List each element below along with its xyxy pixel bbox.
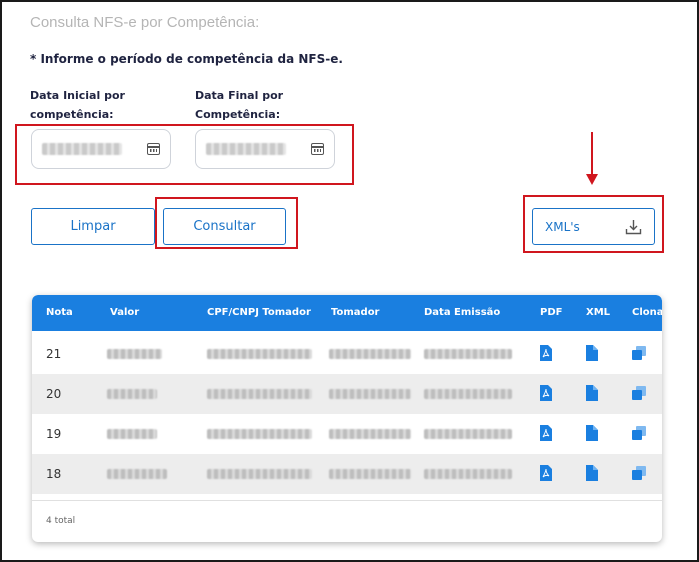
cell-nota: 19	[46, 427, 62, 441]
pdf-file-icon[interactable]	[540, 425, 552, 441]
table-row[interactable]: 20	[32, 374, 662, 414]
cell-valor-redacted	[107, 469, 167, 479]
window-frame: Consulta NFS-e por Competência: * Inform…	[0, 0, 699, 562]
start-date-label: Data Inicial por competência:	[30, 86, 125, 124]
table-row[interactable]: 19	[32, 414, 662, 454]
annotation-arrow-shaft	[591, 132, 593, 176]
column-header-xml: XML	[586, 307, 611, 318]
cell-cpf-cnpj-redacted	[207, 389, 312, 399]
pdf-file-icon[interactable]	[540, 345, 552, 361]
table-total-count: 4 total	[46, 516, 76, 526]
end-date-label: Data Final por Competência:	[195, 86, 283, 124]
column-header-nota[interactable]: Nota	[46, 307, 73, 318]
cell-valor-redacted	[107, 429, 157, 439]
cell-tomador-redacted	[329, 469, 411, 479]
column-header-tomador[interactable]: Tomador	[331, 307, 380, 318]
start-date-label-line2: competência:	[30, 108, 114, 121]
page-title: Consulta NFS-e por Competência:	[30, 14, 260, 31]
column-header-valor[interactable]: Valor	[110, 307, 139, 318]
column-header-cpf-cnpj[interactable]: CPF/CNPJ Tomador	[207, 307, 311, 318]
table-row[interactable]: 21	[32, 334, 662, 374]
clone-icon[interactable]	[631, 345, 647, 361]
cell-nota: 18	[46, 467, 62, 481]
clone-icon[interactable]	[631, 465, 647, 481]
cell-nota: 21	[46, 347, 62, 361]
cell-data-emissao-redacted	[424, 429, 512, 439]
cell-tomador-redacted	[329, 349, 411, 359]
xml-file-icon[interactable]	[586, 465, 598, 481]
cell-data-emissao-redacted	[424, 469, 512, 479]
column-header-pdf: PDF	[540, 307, 563, 318]
cell-cpf-cnpj-redacted	[207, 429, 312, 439]
period-hint: * Informe o período de competência da NF…	[30, 52, 343, 66]
column-header-data-emissao[interactable]: Data Emissão	[424, 307, 500, 318]
pdf-file-icon[interactable]	[540, 465, 552, 481]
table-footer-divider	[32, 500, 662, 501]
cell-tomador-redacted	[329, 429, 411, 439]
cell-valor-redacted	[107, 389, 157, 399]
nfse-results-table: Nota Valor CPF/CNPJ Tomador Tomador Data…	[32, 295, 662, 542]
end-date-label-line2: Competência:	[195, 108, 281, 121]
xml-file-icon[interactable]	[586, 425, 598, 441]
pdf-file-icon[interactable]	[540, 385, 552, 401]
cell-nota: 20	[46, 387, 62, 401]
highlight-box-dates	[15, 124, 354, 185]
column-header-clonar: Clonar	[632, 307, 662, 318]
table-row[interactable]: 18	[32, 454, 662, 494]
clear-button[interactable]: Limpar	[31, 208, 155, 245]
cell-cpf-cnpj-redacted	[207, 349, 312, 359]
cell-valor-redacted	[107, 349, 162, 359]
start-date-label-line1: Data Inicial por	[30, 89, 125, 102]
clone-icon[interactable]	[631, 425, 647, 441]
highlight-box-xml	[523, 195, 664, 253]
cell-data-emissao-redacted	[424, 349, 512, 359]
xml-file-icon[interactable]	[586, 345, 598, 361]
cell-data-emissao-redacted	[424, 389, 512, 399]
xml-file-icon[interactable]	[586, 385, 598, 401]
clone-icon[interactable]	[631, 385, 647, 401]
annotation-arrow-head	[586, 174, 598, 185]
table-header: Nota Valor CPF/CNPJ Tomador Tomador Data…	[32, 295, 662, 331]
cell-tomador-redacted	[329, 389, 411, 399]
end-date-label-line1: Data Final por	[195, 89, 284, 102]
cell-cpf-cnpj-redacted	[207, 469, 312, 479]
highlight-box-search	[155, 197, 298, 249]
